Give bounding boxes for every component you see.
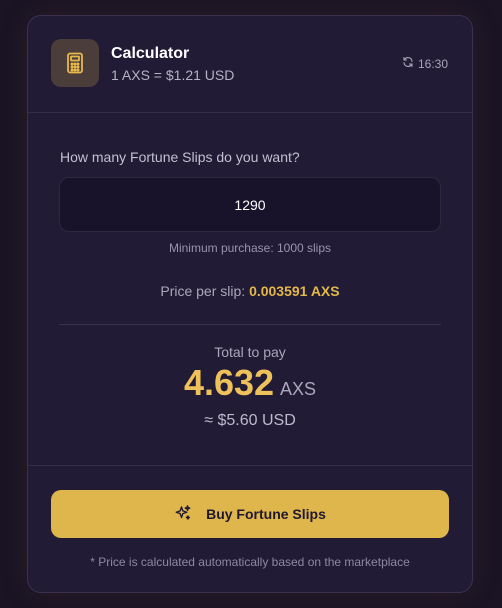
total-amount: 4.632 (183, 362, 275, 403)
refresh-icon[interactable] (402, 56, 414, 71)
price-per-slip: Price per slip: 0.003591 AXS (28, 283, 472, 299)
calculator-card: Calculator 1 AXS = $1.21 USD 16:30 How m… (27, 15, 473, 593)
exchange-rate: 1 AXS = $1.21 USD (111, 67, 235, 83)
quantity-question: How many Fortune Slips do you want? (60, 149, 300, 165)
divider (59, 324, 441, 325)
footer-divider (28, 465, 472, 466)
price-footnote: * Price is calculated automatically base… (90, 555, 410, 569)
price-value: 0.003591 AXS (249, 283, 340, 299)
calculator-icon (51, 39, 99, 87)
total-label: Total to pay (214, 344, 286, 360)
buy-button-label: Buy Fortune Slips (206, 506, 326, 522)
last-updated: 16:30 (402, 56, 448, 71)
minimum-purchase-note: Minimum purchase: 1000 slips (168, 241, 332, 255)
usd-equivalent: ≈ $5.60 USD (204, 412, 296, 429)
card-header: Calculator 1 AXS = $1.21 USD 16:30 (28, 16, 472, 113)
total-unit: AXS (280, 379, 317, 399)
sparkles-icon (174, 504, 192, 525)
quantity-input[interactable] (59, 177, 441, 232)
total-amount-row: 4.632 AXS (28, 362, 472, 404)
time-label: 16:30 (417, 56, 448, 71)
buy-fortune-slips-button[interactable]: Buy Fortune Slips (51, 490, 449, 538)
price-label: Price per slip: (160, 283, 250, 299)
card-title: Calculator (111, 45, 190, 62)
